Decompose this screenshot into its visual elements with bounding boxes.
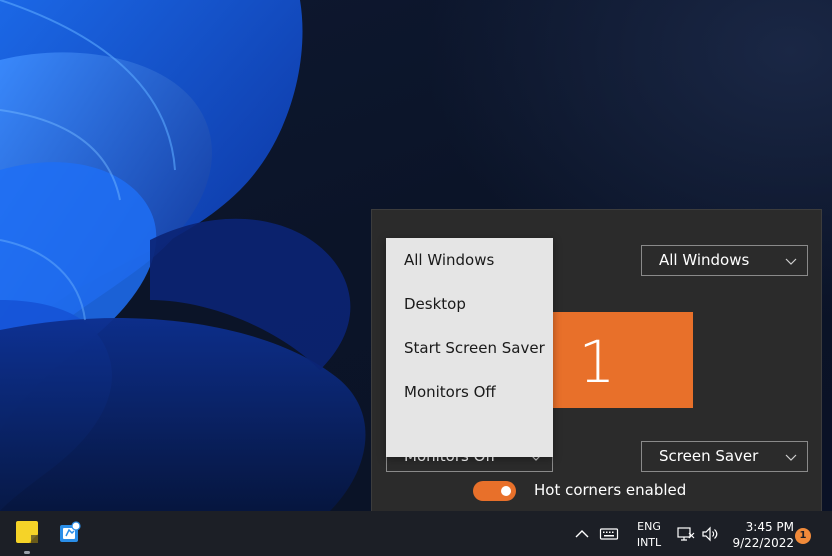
chevron-down-icon [785, 258, 797, 265]
chevron-down-icon [785, 454, 797, 461]
monitor-number: 1 [578, 328, 616, 396]
toggle-knob [501, 486, 511, 496]
dropdown-option-desktop[interactable]: Desktop [386, 282, 553, 326]
bottom-right-corner-select[interactable]: Screen Saver [641, 441, 808, 472]
hot-corners-label: Hot corners enabled [534, 481, 687, 499]
volume-icon[interactable] [700, 524, 720, 544]
hot-corners-toggle[interactable] [473, 481, 516, 501]
dropdown-option-all-windows[interactable]: All Windows [386, 238, 553, 282]
clock-date: 9/22/2022 [732, 536, 794, 550]
monitor-preview[interactable]: 1 [553, 312, 693, 408]
top-right-corner-value: All Windows [659, 251, 750, 269]
sticky-notes-icon[interactable] [15, 520, 41, 546]
taskbar: ENG INTL 3:45 PM 9/22/2022 1 [0, 511, 832, 556]
network-icon[interactable] [676, 524, 696, 544]
dropdown-option-start-screen-saver[interactable]: Start Screen Saver [386, 326, 553, 370]
dropdown-option-monitors-off[interactable]: Monitors Off [386, 370, 553, 414]
clock[interactable]: 3:45 PM 9/22/2022 [728, 519, 794, 551]
app-icon[interactable] [57, 520, 83, 546]
language-code: ENG [637, 520, 661, 533]
bottom-right-corner-value: Screen Saver [659, 447, 759, 465]
keyboard-layout: INTL [636, 536, 662, 549]
keyboard-icon[interactable] [599, 524, 619, 544]
running-indicator [24, 551, 30, 554]
clock-time: 3:45 PM [745, 520, 794, 534]
notification-badge[interactable]: 1 [795, 528, 811, 544]
corner-action-dropdown: All Windows Desktop Start Screen Saver M… [386, 238, 553, 457]
top-right-corner-select[interactable]: All Windows [641, 245, 808, 276]
show-hidden-icons-chevron-up-icon[interactable] [572, 524, 592, 544]
input-language-indicator[interactable]: ENG INTL [630, 519, 668, 551]
